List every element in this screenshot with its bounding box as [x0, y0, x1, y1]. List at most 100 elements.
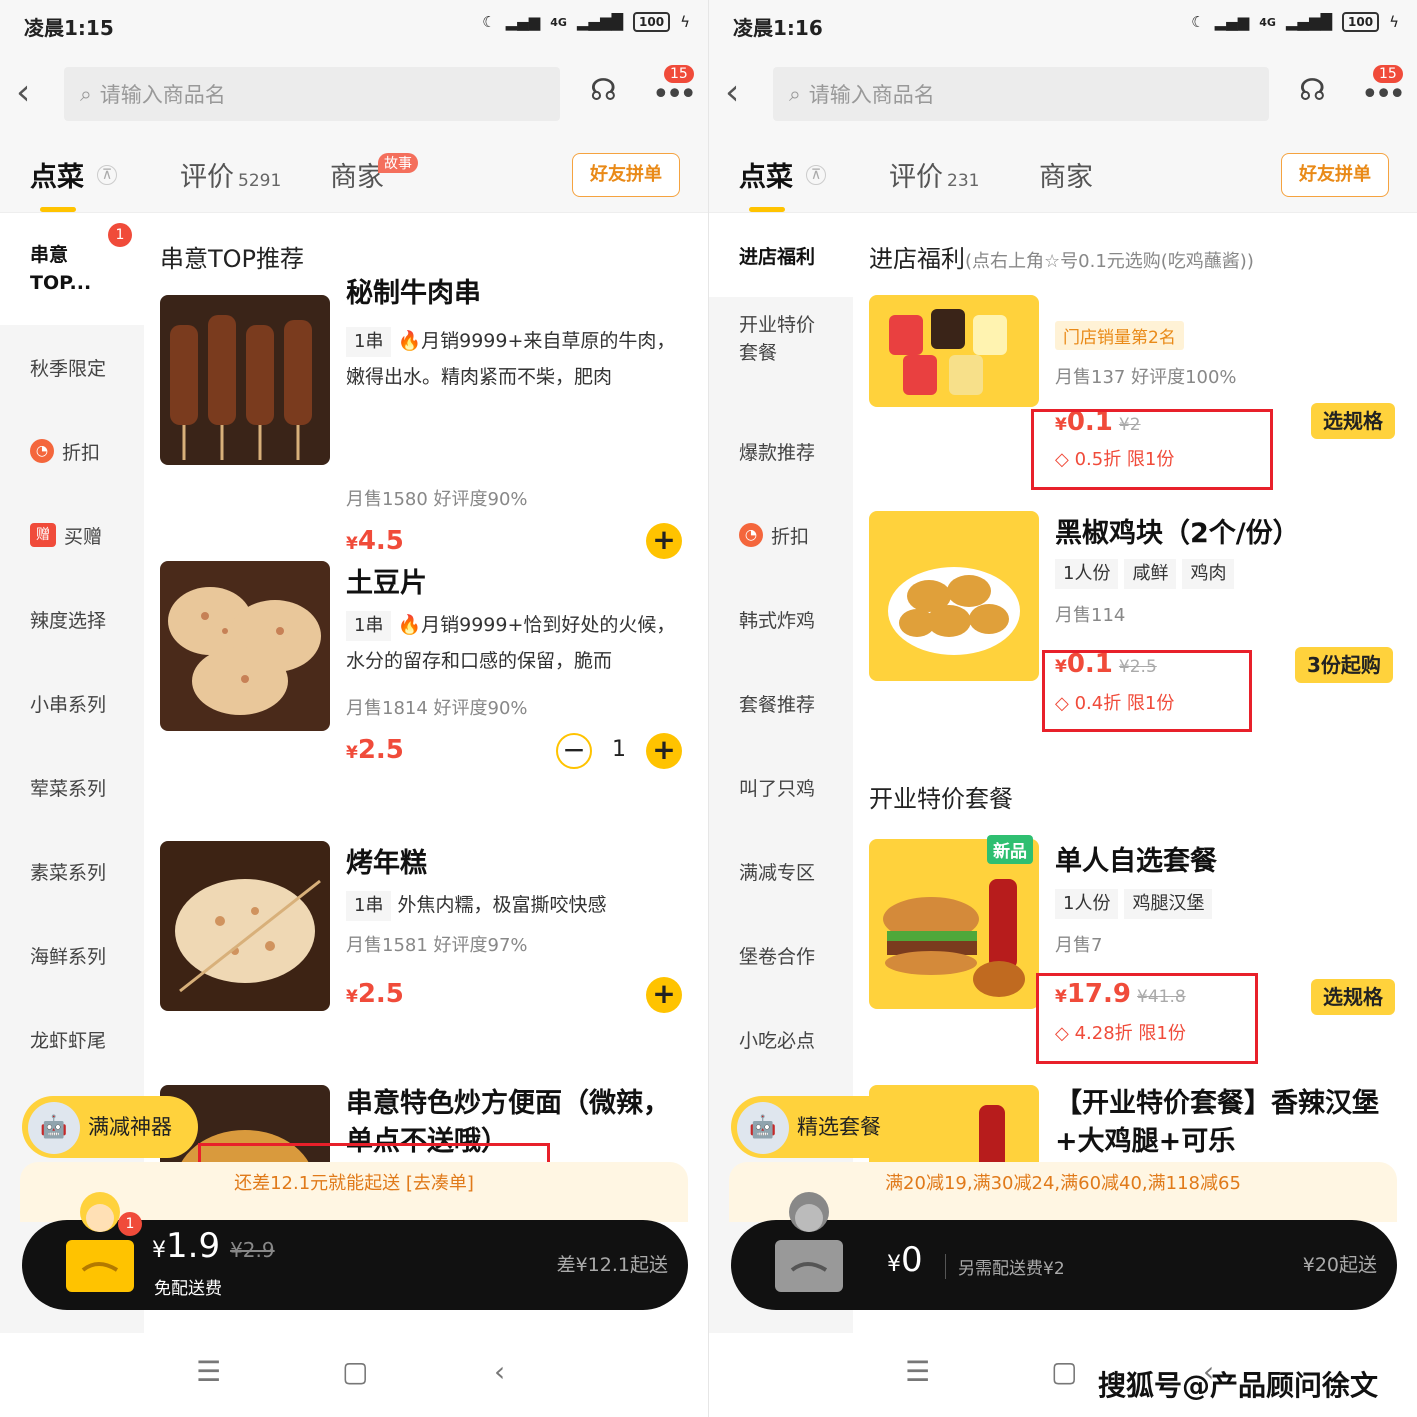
search-icon: ⌕ [789, 81, 801, 106]
home-icon[interactable]: ▢ [1051, 1355, 1077, 1388]
item-desc-text: 外焦内糯，极富撕咬快感 [397, 894, 607, 916]
network-label: 4G [550, 15, 567, 29]
status-time: 凌晨1:16 [733, 16, 823, 40]
sidebar-item-label: 买赠 [64, 525, 103, 548]
search-input[interactable]: ⌕ 请输入商品名 [773, 67, 1269, 121]
sidebar-item-opening[interactable]: 开业特价套餐 [709, 297, 853, 381]
sidebar-item-snack[interactable]: 小吃必点 [709, 997, 853, 1081]
select-spec-button[interactable]: 选规格 [1311, 979, 1395, 1015]
back-arrow-icon[interactable]: ‹ [16, 73, 30, 113]
add-button[interactable]: + [646, 523, 682, 559]
sidebar-item-label: 折扣 [771, 525, 810, 548]
item-desc-text: 🔥月销9999+恰到好处的火候，水分的留存和口感的保留，脆而 [346, 614, 676, 672]
sidebar-item-fullcut[interactable]: 满减专区 [709, 829, 853, 913]
delivery-fee-label: 另需配送费¥2 [945, 1254, 1065, 1279]
search-input[interactable]: ⌕ 请输入商品名 [64, 67, 560, 121]
sidebar-item-label: 满减专区 [739, 861, 816, 884]
sidebar-item-discount[interactable]: ◔ 折扣 [709, 493, 853, 577]
tag: 鸡腿汉堡 [1124, 889, 1213, 919]
network-label: 4G [1259, 15, 1276, 29]
add-button[interactable]: + [646, 977, 682, 1013]
delivery-rider-icon[interactable] [767, 1190, 851, 1298]
sidebar-item-welcome[interactable]: 进店福利 [709, 213, 853, 297]
search-placeholder: 请输入商品名 [808, 83, 935, 107]
tab-order[interactable]: 点菜 [739, 155, 793, 194]
status-time: 凌晨1:15 [24, 16, 114, 40]
item-tags: 1人份 鸡腿汉堡 [1055, 885, 1395, 921]
tab-bar: 点菜 ⊼ 评价 5291 商家 故事 好友拼单 [0, 133, 708, 213]
battery-icon: 100 [1342, 12, 1380, 32]
pin-icon[interactable]: ⊼ [97, 165, 117, 185]
customer-service-icon[interactable]: ☊ [590, 73, 617, 108]
tab-merchant[interactable]: 商家 [330, 155, 384, 194]
home-icon[interactable]: ▢ [342, 1355, 368, 1388]
sidebar-item-meat[interactable]: 荤菜系列 [0, 745, 144, 829]
cart-total: ¥1.9 ¥2.9 [152, 1226, 275, 1266]
sidebar-item-discount[interactable]: ◔ 折扣 [0, 409, 144, 493]
cart-bar[interactable]: ¥0 另需配送费¥2 ¥20起送 [731, 1192, 1397, 1310]
list-item[interactable]: 烤年糕 1串 外焦内糯，极富撕咬快感 月售1581 好评度97% ¥2.5 + [160, 841, 700, 1071]
min-purchase-button[interactable]: 3份起购 [1295, 647, 1393, 683]
sidebar-item-burger[interactable]: 堡卷合作 [709, 913, 853, 997]
min-order-label: ¥20起送 [1302, 1254, 1377, 1276]
status-icons: ☾ ▂▄▆ 4G ▂▄▆█ 100 ϟ [1191, 12, 1399, 32]
food-image [869, 295, 1039, 407]
message-badge: 15 [1373, 65, 1403, 83]
back-icon[interactable]: ‹ [494, 1355, 505, 1388]
sidebar-item-small[interactable]: 小串系列 [0, 661, 144, 745]
cart-total-value: 0 [901, 1240, 923, 1280]
new-badge: 新品 [987, 835, 1033, 864]
sidebar-item-autumn[interactable]: 秋季限定 [0, 325, 144, 409]
promo-pill[interactable]: 🤖 满减神器 [22, 1096, 198, 1158]
back-arrow-icon[interactable]: ‹ [725, 73, 739, 113]
sidebar-item-hot[interactable]: 爆款推荐 [709, 409, 853, 493]
sidebar-item-label: 龙虾虾尾 [30, 1029, 107, 1052]
food-image [869, 511, 1039, 681]
sidebar-item-label: 辣度选择 [30, 609, 107, 632]
delivery-fee-label: 免配送费 [154, 1279, 222, 1299]
friend-group-order-button[interactable]: 好友拼单 [1281, 153, 1389, 197]
select-spec-button[interactable]: 选规格 [1311, 403, 1395, 439]
food-image [160, 841, 330, 1011]
sidebar-item-combo[interactable]: 套餐推荐 [709, 661, 853, 745]
minus-button[interactable]: − [556, 733, 592, 769]
tab-reviews[interactable]: 评价 231 [889, 155, 979, 194]
sidebar-item-gift[interactable]: 赠买赠 [0, 493, 144, 577]
cart-bar[interactable]: 1 ¥1.9 ¥2.9 免配送费 差¥12.1起送 [22, 1192, 688, 1310]
tab-reviews[interactable]: 评价 5291 [180, 155, 281, 194]
friend-group-order-button[interactable]: 好友拼单 [572, 153, 680, 197]
list-item[interactable]: 土豆片 1串 🔥月销9999+恰到好处的火候，水分的留存和口感的保留，脆而 月售1… [160, 561, 700, 811]
list-item[interactable]: 秘制牛肉串 1串 🔥月销9999+来自草原的牛肉，嫩得出水。精肉紧而不柴，肥肉 月… [160, 278, 700, 559]
search-icon: ⌕ [80, 81, 92, 106]
review-count: 231 [947, 171, 980, 191]
signal-icon: ▂▄▆█ [576, 13, 624, 31]
status-bar: 凌晨1:15 ☾ ▂▄▆ 4G ▂▄▆█ 100 ϟ [0, 0, 708, 50]
tab-order[interactable]: 点菜 [30, 155, 84, 194]
item-desc: 1串 🔥月销9999+来自草原的牛肉，嫩得出水。精肉紧而不柴，肥肉 [346, 323, 686, 395]
sidebar-item-lobster[interactable]: 龙虾虾尾 [0, 997, 144, 1081]
pin-icon[interactable]: ⊼ [806, 165, 826, 185]
customer-service-icon[interactable]: ☊ [1299, 73, 1326, 108]
sidebar-item-chicken[interactable]: 叫了只鸡 [709, 745, 853, 829]
menu-icon[interactable]: ☰ [196, 1355, 221, 1388]
tab-underline [40, 207, 76, 212]
sidebar-item-korean[interactable]: 韩式炸鸡 [709, 577, 853, 661]
discount-icon: ◔ [739, 523, 763, 547]
sidebar-item-spicy[interactable]: 辣度选择 [0, 577, 144, 661]
tab-merchant[interactable]: 商家 [1039, 155, 1093, 194]
promo-pill[interactable]: 🤖 精选套餐 [731, 1096, 907, 1158]
sidebar-item-seafood[interactable]: 海鲜系列 [0, 913, 144, 997]
item-desc: 1串 外焦内糯，极富撕咬快感 [346, 887, 686, 923]
delivery-rider-icon[interactable] [58, 1190, 142, 1298]
robot-icon: 🤖 [28, 1102, 80, 1154]
add-button[interactable]: + [646, 733, 682, 769]
sidebar-item-label: 堡卷合作 [739, 945, 816, 968]
menu-icon[interactable]: ☰ [905, 1355, 930, 1388]
tab-order-label: 点菜 [739, 162, 793, 193]
status-icons: ☾ ▂▄▆ 4G ▂▄▆█ 100 ϟ [482, 12, 690, 32]
food-image [160, 295, 330, 465]
charging-icon: ϟ [680, 13, 690, 31]
currency-symbol: ¥ [346, 743, 358, 763]
sidebar-item-veg[interactable]: 素菜系列 [0, 829, 144, 913]
moon-icon: ☾ [1191, 13, 1205, 31]
